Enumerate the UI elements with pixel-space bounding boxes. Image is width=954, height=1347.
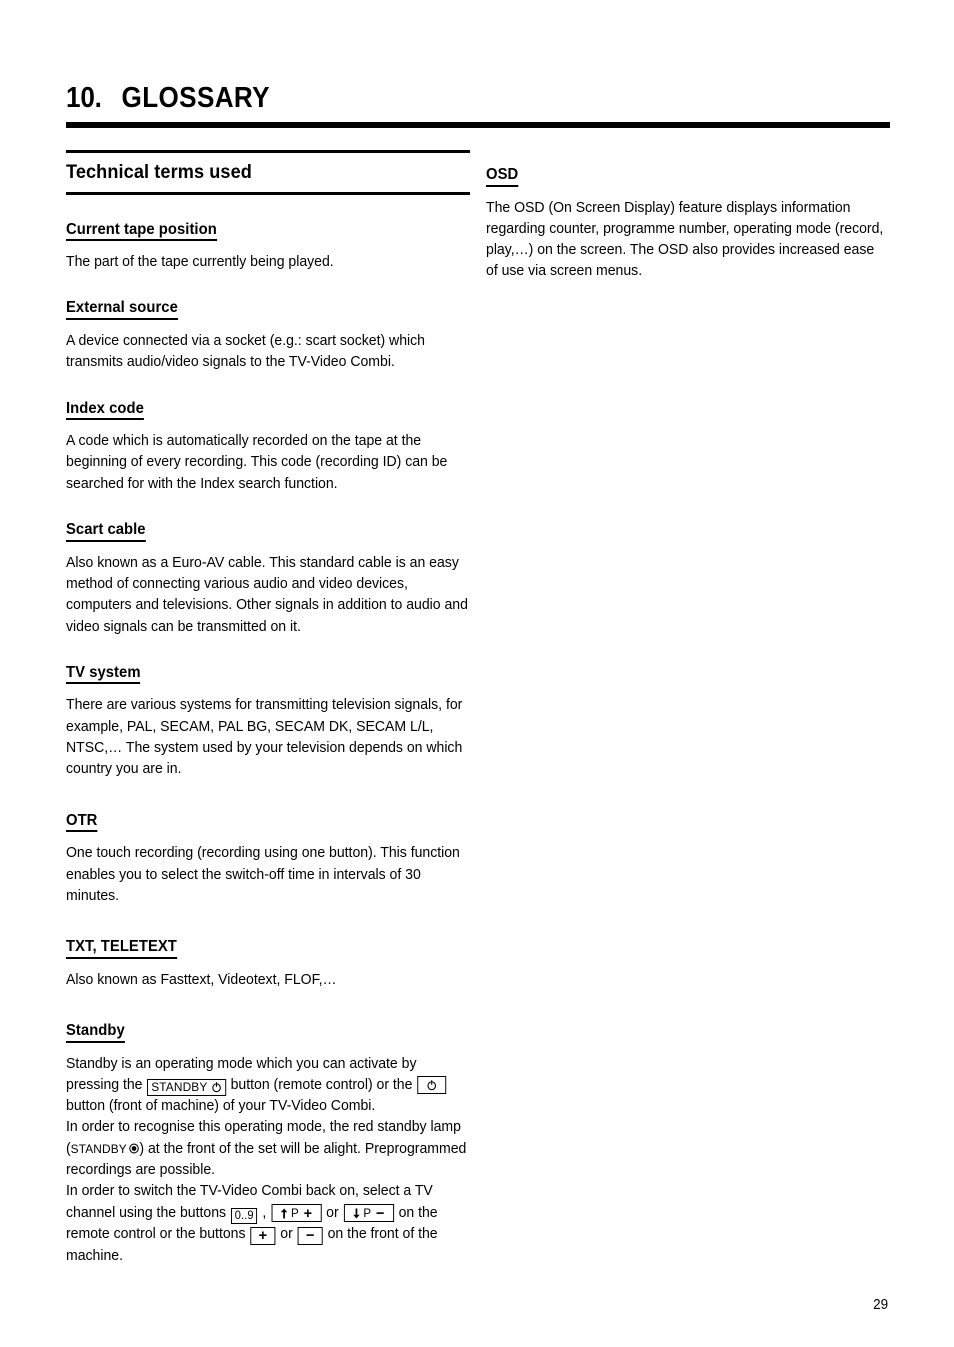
- entry-body: One touch recording (recording using one…: [66, 843, 469, 907]
- glossary-entry-current-tape-position: Current tape position The part of the ta…: [66, 221, 470, 274]
- entry-body-text: There are various systems for transmitti…: [66, 697, 463, 778]
- glossary-entry-external-source: External source A device connected via a…: [66, 299, 470, 373]
- banner-rule-bottom: [66, 191, 470, 195]
- standby-text-2: button (remote control) or the: [226, 1076, 417, 1093]
- right-column: OSD The OSD (On Screen Display) feature …: [486, 166, 890, 283]
- digits-key[interactable]: 0..9: [230, 1208, 258, 1225]
- standby-key-label: STANDBY: [151, 1079, 208, 1094]
- power-icon: [426, 1079, 438, 1091]
- glossary-entry-otr: OTR One touch recording (recording using…: [66, 812, 470, 907]
- entry-body-text: Also known as a Euro-AV cable. This stan…: [66, 554, 468, 635]
- section-banner-title: Technical terms used: [66, 161, 252, 183]
- entry-term: OTR: [66, 812, 98, 833]
- entry-body-text: The OSD (On Screen Display) feature disp…: [486, 199, 884, 280]
- entry-body-text: The part of the tape currently being pla…: [66, 254, 334, 271]
- glossary-entry-txt-teletext: TXT, TELETEXT Also known as Fasttext, Vi…: [66, 938, 470, 991]
- plus-sign: +: [303, 1204, 313, 1222]
- glossary-entry-index-code: Index code A code which is automatically…: [66, 400, 470, 495]
- entry-term: Standby: [66, 1023, 125, 1043]
- entry-body-text: A code which is automatically recorded o…: [66, 433, 448, 492]
- entry-term: Scart cable: [66, 522, 146, 542]
- entry-term: Index code: [66, 400, 144, 421]
- glossary-entry-scart-cable: Scart cable Also known as a Euro-AV cabl…: [66, 521, 470, 638]
- minus-sign: −: [305, 1227, 315, 1245]
- entry-term: External source: [66, 300, 178, 320]
- chapter-title-row: 10. GLOSSARY: [66, 84, 808, 113]
- entry-body: The OSD (On Screen Display) feature disp…: [486, 198, 889, 283]
- minus-sign: −: [375, 1204, 385, 1222]
- standby-text-7: ,: [258, 1204, 271, 1221]
- standby-text-3: button (front of machine) of your TV-Vid…: [66, 1098, 376, 1115]
- standby-lamp-label: STANDBY: [70, 1141, 127, 1156]
- glossary-entry-osd: OSD The OSD (On Screen Display) feature …: [486, 166, 890, 283]
- chapter-rule: [66, 122, 890, 128]
- document-page: 10. GLOSSARY Technical terms used Curren…: [0, 0, 954, 1347]
- entry-body-text: One touch recording (recording using one…: [66, 845, 460, 904]
- entry-body: The part of the tape currently being pla…: [66, 252, 469, 273]
- page-number: 29: [872, 1297, 888, 1313]
- chapter-number: 10.: [66, 82, 102, 114]
- glossary-entry-standby: Standby Standby is an operating mode whi…: [66, 1022, 470, 1267]
- entry-body: Also known as a Euro-AV cable. This stan…: [66, 553, 469, 638]
- entry-body: A device connected via a socket (e.g.: s…: [66, 331, 469, 374]
- digits-key-label: 0..9: [234, 1209, 254, 1222]
- entry-body-text: A device connected via a socket (e.g.: s…: [66, 332, 425, 371]
- arrow-up-icon: [280, 1208, 288, 1219]
- programme-up-label: P: [291, 1206, 299, 1221]
- front-plus-key[interactable]: +: [250, 1226, 276, 1245]
- entry-body-text: Standby is an operating mode which you c…: [66, 1054, 469, 1267]
- glossary-entry-tv-system: TV system There are various systems for …: [66, 664, 470, 781]
- programme-down-key[interactable]: P −: [343, 1204, 394, 1223]
- front-minus-key[interactable]: −: [297, 1226, 323, 1245]
- entry-term: TV system: [66, 665, 141, 685]
- entry-body: Also known as Fasttext, Videotext, FLOF,…: [66, 970, 469, 991]
- arrow-down-icon: [353, 1208, 361, 1219]
- standby-remote-key[interactable]: STANDBY: [147, 1078, 226, 1096]
- standby-text-10: or: [276, 1226, 297, 1243]
- entry-body: There are various systems for transmitti…: [66, 695, 469, 780]
- entry-term: OSD: [486, 167, 519, 187]
- lamp-indicator-icon: [129, 1143, 140, 1154]
- programme-down-label: P: [363, 1206, 372, 1221]
- entry-body: A code which is automatically recorded o…: [66, 431, 469, 495]
- left-column: Technical terms used Current tape positi…: [66, 150, 470, 1267]
- chapter-title: GLOSSARY: [121, 82, 270, 114]
- power-button-key[interactable]: [417, 1075, 447, 1094]
- entry-term: TXT, TELETEXT: [66, 939, 177, 959]
- power-icon: [210, 1081, 222, 1093]
- entry-term: Current tape position: [66, 221, 217, 242]
- entry-body-text: Also known as Fasttext, Videotext, FLOF,…: [66, 971, 337, 988]
- entry-body: Standby is an operating mode which you c…: [66, 1054, 469, 1267]
- chapter-heading: 10. GLOSSARY: [66, 84, 890, 128]
- plus-sign: +: [258, 1227, 268, 1245]
- programme-up-key[interactable]: P +: [271, 1204, 322, 1223]
- standby-text-8: or: [322, 1204, 343, 1221]
